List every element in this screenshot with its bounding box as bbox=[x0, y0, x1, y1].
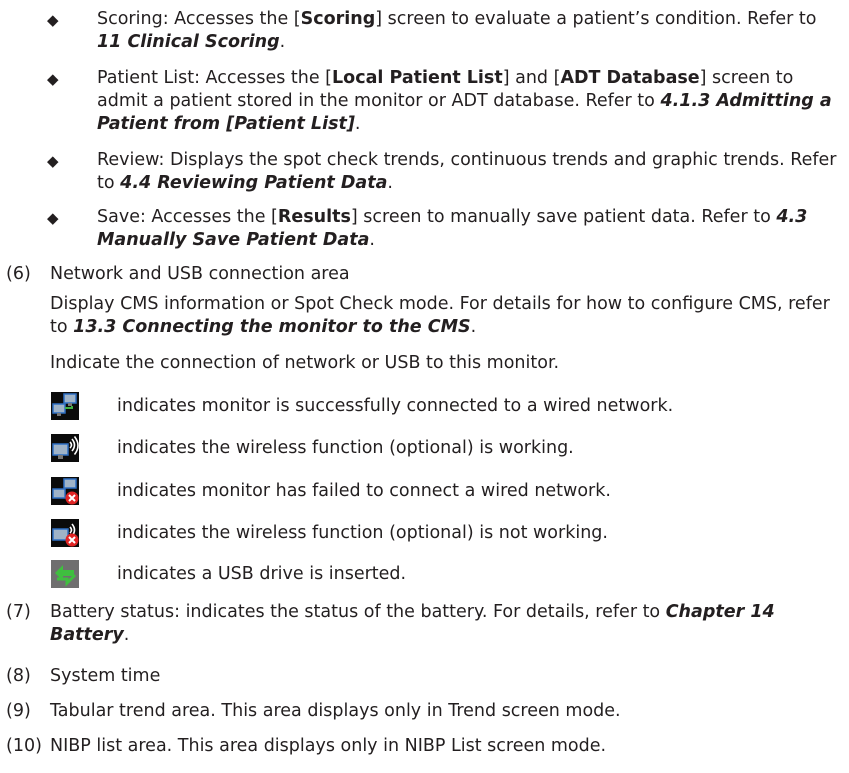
diamond-bullet-icon: ◆ bbox=[47, 152, 59, 170]
icon-row-wired-connected: indicates monitor is successfully connec… bbox=[50, 391, 830, 423]
bullet-text: Save: Accesses the [ bbox=[97, 207, 278, 227]
icon-description: indicates the wireless function (optiona… bbox=[117, 523, 608, 543]
icon-row-wireless-not-working: indicates the wireless function (optiona… bbox=[50, 518, 830, 550]
bullet-text: ] screen to evaluate a patient’s conditi… bbox=[375, 9, 817, 29]
icon-description: indicates monitor has failed to connect … bbox=[117, 481, 611, 501]
item-text: System time bbox=[50, 666, 161, 686]
wireless-not-working-icon bbox=[51, 519, 79, 547]
item-text: NIBP list area. This area displays only … bbox=[50, 736, 607, 756]
bullet-review: ◆ Review: Displays the spot check trends… bbox=[47, 150, 837, 193]
icon-row-usb-inserted: indicates a USB drive is inserted. bbox=[50, 559, 830, 591]
section-6-paragraph-connection: Indicate the connection of network or US… bbox=[50, 353, 560, 373]
item-number: (7) bbox=[6, 602, 31, 622]
cross-reference: 13.3 Connecting the monitor to the CMS bbox=[73, 316, 471, 337]
section-7-battery: (7) Battery status: indicates the status… bbox=[6, 602, 775, 645]
section-8-system-time: (8) System time bbox=[6, 665, 836, 688]
diamond-bullet-icon: ◆ bbox=[47, 11, 59, 29]
item-number: (9) bbox=[6, 701, 31, 721]
bullet-text: Patient List: Accesses the [ bbox=[97, 68, 333, 88]
cross-reference: 11 Clinical Scoring bbox=[97, 31, 280, 52]
bullet-text: ] screen to manually save patient data. … bbox=[350, 207, 777, 227]
item-text: Tabular trend area. This area displays o… bbox=[50, 701, 621, 721]
wireless-working-icon bbox=[51, 434, 79, 462]
item-number: (10) bbox=[6, 736, 42, 756]
bullet-save: ◆ Save: Accesses the [Results] screen to… bbox=[47, 207, 808, 250]
diamond-bullet-icon: ◆ bbox=[47, 70, 59, 88]
ui-term: Results bbox=[277, 207, 351, 227]
ui-term: Scoring bbox=[300, 9, 376, 29]
bullet-patient-list: ◆ Patient List: Accesses the [Local Pati… bbox=[47, 68, 832, 134]
usb-inserted-icon bbox=[51, 560, 79, 588]
cross-reference: 4.4 Reviewing Patient Data bbox=[120, 172, 388, 193]
section-9-tabular-trend: (9) Tabular trend area. This area displa… bbox=[6, 700, 836, 723]
icon-description: indicates the wireless function (optiona… bbox=[117, 438, 574, 458]
icon-row-wired-failed: indicates monitor has failed to connect … bbox=[50, 476, 830, 508]
section-10-nibp-list: (10) NIBP list area. This area displays … bbox=[6, 735, 836, 758]
manual-page: ◆ Scoring: Accesses the [Scoring] screen… bbox=[0, 0, 849, 773]
diamond-bullet-icon: ◆ bbox=[47, 209, 59, 227]
icon-description: indicates monitor is successfully connec… bbox=[117, 396, 674, 416]
wired-network-connected-icon bbox=[51, 392, 79, 420]
section-6-paragraph-cms: Display CMS information or Spot Check mo… bbox=[50, 294, 830, 337]
item-title: Network and USB connection area bbox=[50, 264, 350, 284]
section-6-heading: (6) Network and USB connection area bbox=[6, 263, 836, 286]
ui-term: Local Patient List bbox=[332, 68, 503, 88]
item-text: Battery status: indicates the status of … bbox=[50, 602, 666, 622]
item-number: (8) bbox=[6, 666, 31, 686]
icon-row-wireless-working: indicates the wireless function (optiona… bbox=[50, 433, 830, 465]
bullet-scoring: ◆ Scoring: Accesses the [Scoring] screen… bbox=[47, 9, 817, 52]
ui-term: ADT Database bbox=[560, 68, 700, 88]
item-number: (6) bbox=[6, 264, 31, 284]
wired-network-failed-icon bbox=[51, 477, 79, 505]
bullet-text: Scoring: Accesses the [ bbox=[97, 9, 301, 29]
icon-description: indicates a USB drive is inserted. bbox=[117, 564, 407, 584]
